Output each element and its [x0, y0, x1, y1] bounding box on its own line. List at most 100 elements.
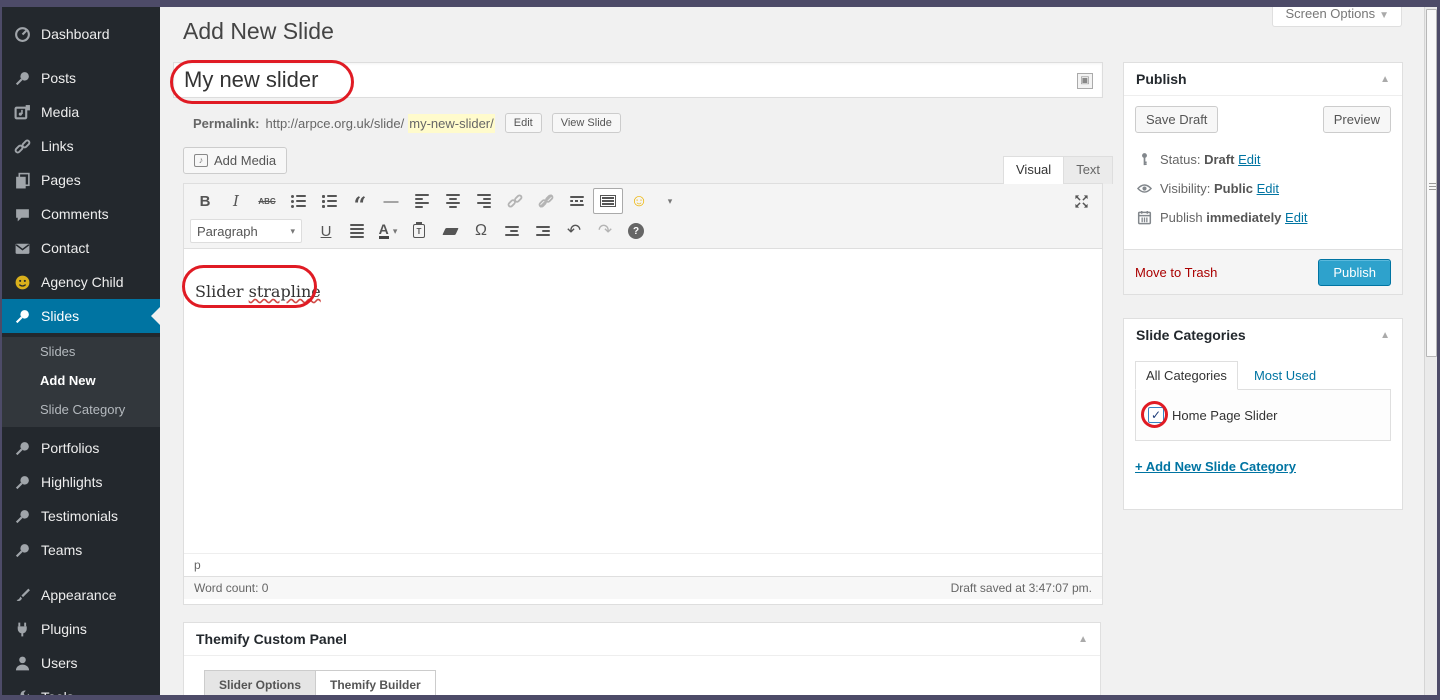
publish-header[interactable]: Publish ▲	[1124, 63, 1402, 96]
save-draft-button[interactable]: Save Draft	[1135, 106, 1218, 133]
horizontal-rule-button[interactable]: —	[376, 188, 406, 214]
align-right-button[interactable]	[469, 188, 499, 214]
toolbar-row-1: B I ABC “ — ☺ ▾	[190, 186, 1096, 216]
sidebar-item-pages[interactable]: Pages	[2, 163, 160, 197]
add-media-button[interactable]: ♪ Add Media	[183, 147, 287, 174]
collapse-toggle-icon[interactable]: ▲	[1380, 74, 1390, 85]
tab-themify-builder[interactable]: Themify Builder	[316, 670, 436, 696]
editor-content-area[interactable]: Slider strapline	[184, 249, 1102, 553]
italic-button[interactable]: I	[221, 188, 251, 214]
tab-visual[interactable]: Visual	[1003, 156, 1064, 184]
sidebar-item-portfolios[interactable]: Portfolios	[2, 431, 160, 465]
sidebar-item-comments[interactable]: Comments	[2, 197, 160, 231]
bullet-list-button[interactable]	[283, 188, 313, 214]
status-label: Status:	[1160, 152, 1200, 167]
status-edit-link[interactable]: Edit	[1238, 152, 1260, 167]
sidebar-item-label: Agency Child	[41, 274, 124, 290]
sidebar-item-slides[interactable]: Slides	[2, 299, 160, 333]
tab-text[interactable]: Text	[1064, 156, 1113, 184]
outdent-button[interactable]	[497, 218, 527, 244]
slide-title-input[interactable]: My new slider ▣	[173, 62, 1103, 98]
permalink-slug[interactable]: my-new-slider/	[408, 114, 495, 133]
help-icon: ?	[628, 223, 644, 239]
text-color-button[interactable]: A ▾	[373, 218, 403, 244]
sidebar-item-posts[interactable]: Posts	[2, 61, 160, 95]
emoji-button[interactable]: ☺	[624, 188, 654, 214]
undo-button[interactable]: ↶	[559, 218, 589, 244]
schedule-edit-link[interactable]: Edit	[1285, 210, 1307, 225]
visibility-edit-link[interactable]: Edit	[1257, 181, 1279, 196]
sidebar-item-tools[interactable]: Tools	[2, 680, 160, 695]
sidebar-item-users[interactable]: Users	[2, 646, 160, 680]
insert-link-button[interactable]	[500, 188, 530, 214]
editor-status-bar: Word count: 0 Draft saved at 3:47:07 pm.	[184, 576, 1102, 599]
toolbar-dropdown-arrow[interactable]: ▾	[655, 188, 685, 214]
visibility-label: Visibility:	[1160, 181, 1210, 196]
sidebar-item-plugins[interactable]: Plugins	[2, 612, 160, 646]
sidebar-item-highlights[interactable]: Highlights	[2, 465, 160, 499]
editor-paragraph[interactable]: Slider strapline	[195, 282, 321, 301]
move-to-trash-link[interactable]: Move to Trash	[1135, 265, 1217, 280]
sidebar-item-label: Appearance	[41, 587, 117, 603]
media-icon	[14, 104, 31, 121]
sidebar-item-teams[interactable]: Teams	[2, 533, 160, 567]
toolbar-toggle-button[interactable]	[593, 188, 623, 214]
themify-panel-header[interactable]: Themify Custom Panel ▲	[184, 623, 1100, 656]
media-icon: ♪	[194, 154, 208, 167]
themify-custom-panel: Themify Custom Panel ▲ Slider Options Th…	[183, 622, 1101, 696]
align-left-button[interactable]	[407, 188, 437, 214]
add-new-slide-category-link[interactable]: + Add New Slide Category	[1135, 459, 1296, 474]
sidebar-item-dashboard[interactable]: Dashboard	[2, 17, 160, 51]
paragraph-format-select[interactable]: Paragraph▾	[190, 219, 302, 243]
submenu-item-slide-category[interactable]: Slide Category	[2, 395, 160, 424]
justify-button[interactable]	[342, 218, 372, 244]
sidebar-item-agency-child[interactable]: Agency Child	[2, 265, 160, 299]
sidebar-item-contact[interactable]: Contact	[2, 231, 160, 265]
submenu-item-add-new[interactable]: Add New	[2, 366, 160, 395]
sidebar-item-media[interactable]: Media	[2, 95, 160, 129]
sidebar-item-appearance[interactable]: Appearance	[2, 578, 160, 612]
clear-formatting-button[interactable]	[435, 218, 465, 244]
align-center-button[interactable]	[438, 188, 468, 214]
fullscreen-button[interactable]	[1066, 188, 1096, 214]
autofill-icon[interactable]: ▣	[1077, 73, 1093, 89]
browser-scrollbar[interactable]	[1424, 7, 1437, 695]
sidebar-item-label: Testimonials	[41, 508, 118, 524]
submenu-item-slides[interactable]: Slides	[2, 337, 160, 366]
strikethrough-button[interactable]: ABC	[252, 188, 282, 214]
category-checkbox[interactable]: ✓	[1148, 407, 1164, 423]
publish-title: Publish	[1136, 71, 1187, 87]
tab-all-categories[interactable]: All Categories	[1135, 361, 1238, 390]
special-character-button[interactable]: Ω	[466, 218, 496, 244]
redo-button[interactable]: ↷	[590, 218, 620, 244]
window-frame-left	[0, 0, 2, 700]
sidebar-item-links[interactable]: Links	[2, 129, 160, 163]
numbered-list-button[interactable]	[314, 188, 344, 214]
tab-most-used[interactable]: Most Used	[1254, 368, 1316, 383]
comment-icon	[14, 206, 31, 223]
bold-button[interactable]: B	[190, 188, 220, 214]
view-slide-button[interactable]: View Slide	[552, 113, 621, 133]
collapse-toggle-icon[interactable]: ▲	[1380, 330, 1390, 341]
collapse-toggle-icon[interactable]: ▲	[1078, 634, 1088, 645]
slide-categories-header[interactable]: Slide Categories ▲	[1124, 319, 1402, 351]
pushpin-icon	[14, 308, 31, 325]
publish-button[interactable]: Publish	[1318, 259, 1391, 286]
add-media-label: Add Media	[214, 153, 276, 168]
element-path-label[interactable]: p	[194, 558, 201, 572]
tab-slider-options[interactable]: Slider Options	[204, 670, 316, 696]
paste-as-text-button[interactable]: T	[404, 218, 434, 244]
sidebar-item-testimonials[interactable]: Testimonials	[2, 499, 160, 533]
publish-footer: Move to Trash Publish	[1124, 249, 1402, 294]
indent-button[interactable]	[528, 218, 558, 244]
help-button[interactable]: ?	[621, 218, 651, 244]
text-color-letter: A	[379, 223, 389, 239]
more-tag-button[interactable]	[562, 188, 592, 214]
scrollbar-thumb[interactable]	[1426, 9, 1437, 357]
permalink-edit-button[interactable]: Edit	[505, 113, 542, 133]
remove-link-button[interactable]	[531, 188, 561, 214]
blockquote-button[interactable]: “	[345, 188, 375, 214]
paragraph-select-value: Paragraph	[197, 224, 258, 239]
underline-button[interactable]: U	[311, 218, 341, 244]
preview-button[interactable]: Preview	[1323, 106, 1391, 133]
